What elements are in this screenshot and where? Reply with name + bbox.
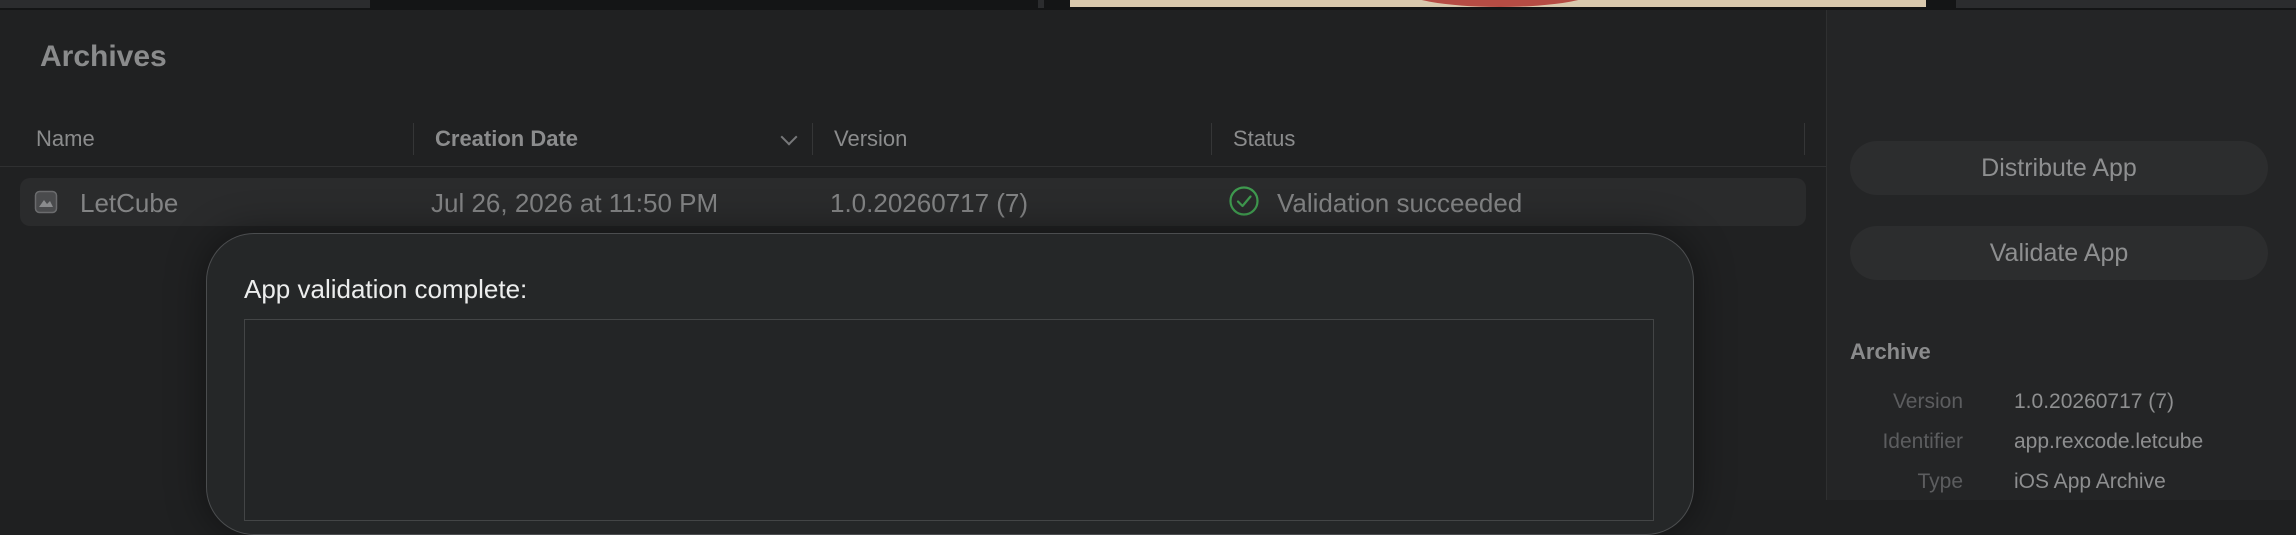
column-divider[interactable] bbox=[1211, 123, 1212, 155]
column-header-version[interactable]: Version bbox=[834, 126, 907, 152]
column-header-name[interactable]: Name bbox=[36, 126, 95, 152]
background-window-edge bbox=[1038, 0, 1044, 8]
distribute-app-button[interactable]: Distribute App bbox=[1850, 141, 2268, 195]
archive-section-heading: Archive bbox=[1850, 339, 1931, 364]
column-divider[interactable] bbox=[812, 123, 813, 155]
row-status: Validation succeeded bbox=[1277, 188, 1523, 218]
validation-results-box[interactable] bbox=[244, 319, 1654, 521]
column-header-creation-date[interactable]: Creation Date bbox=[435, 126, 578, 152]
detail-key-type: Type bbox=[1917, 470, 1963, 493]
detail-value-type: iOS App Archive bbox=[2014, 470, 2166, 493]
detail-key-version: Version bbox=[1892, 390, 1963, 413]
row-creation-date: Jul 26, 2026 at 11:50 PM bbox=[431, 188, 719, 218]
column-divider[interactable] bbox=[413, 123, 414, 155]
row-version: 1.0.20260717 (7) bbox=[830, 188, 1029, 218]
detail-key-identifier: Identifier bbox=[1882, 430, 1963, 453]
background-window-strip bbox=[0, 0, 2296, 10]
validate-app-button[interactable]: Validate App bbox=[1850, 226, 2268, 280]
sheet-title: App validation complete: bbox=[244, 274, 528, 304]
archive-file-icon bbox=[34, 190, 58, 214]
checkmark-circle-icon bbox=[1229, 186, 1259, 216]
table-header-divider bbox=[0, 166, 1826, 167]
column-header-status[interactable]: Status bbox=[1233, 126, 1295, 152]
background-window-edge bbox=[0, 0, 370, 8]
detail-value-identifier: app.rexcode.letcube bbox=[2014, 430, 2204, 453]
background-window-edge bbox=[1956, 0, 2296, 8]
row-name: LetCube bbox=[80, 188, 179, 218]
column-divider[interactable] bbox=[1804, 123, 1805, 155]
page-title: Archives bbox=[40, 40, 167, 73]
detail-value-version: 1.0.20260717 (7) bbox=[2014, 390, 2174, 413]
